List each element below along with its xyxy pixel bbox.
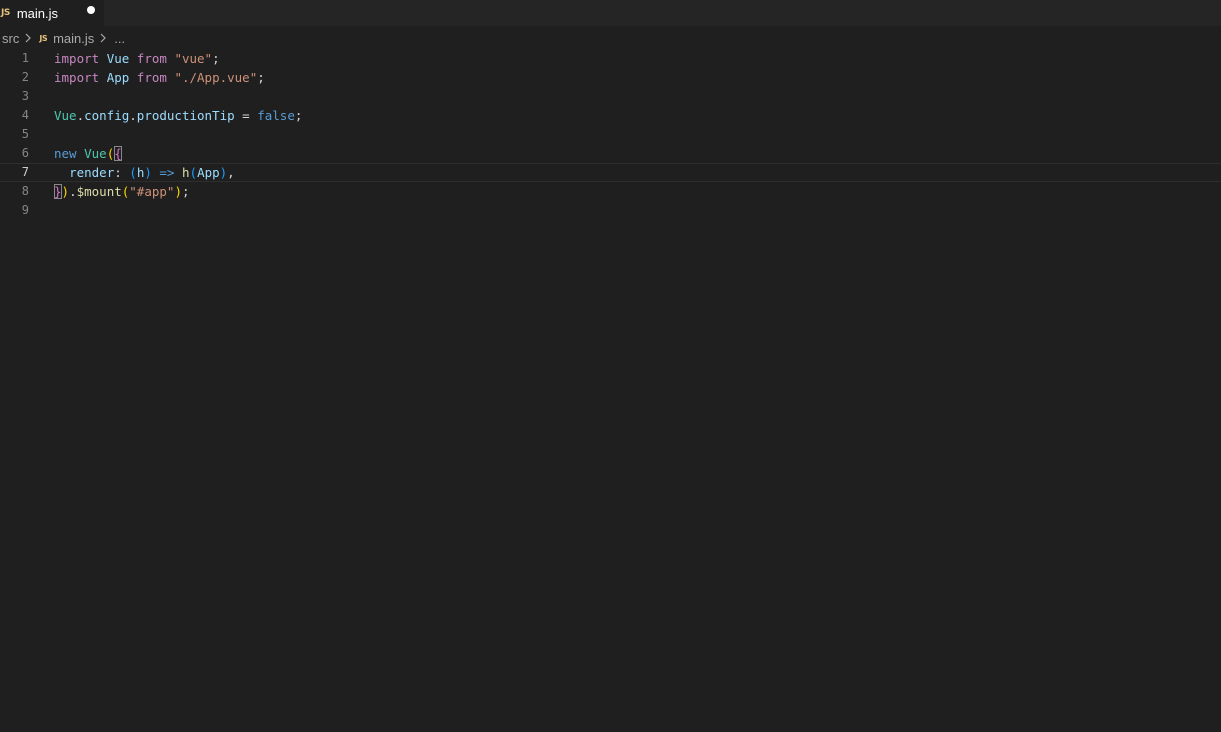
line-number: 2: [21, 70, 29, 84]
code-line: 1 import Vue from "vue";: [0, 49, 1221, 68]
tab-bar: JS main.js: [0, 0, 1221, 26]
breadcrumb-file[interactable]: main.js: [53, 31, 94, 46]
code-line: 6 new Vue({: [0, 144, 1221, 163]
line-number: 8: [21, 184, 29, 198]
line-number: 1: [21, 51, 29, 65]
tab-label: main.js: [16, 5, 59, 21]
chevron-right-icon: [100, 33, 107, 43]
line-number: 7: [21, 165, 29, 179]
code-line-current: 7 render: (h) => h(App),: [0, 163, 1221, 182]
code-line: 8 }).$mount("#app");: [0, 182, 1221, 201]
line-number: 3: [21, 89, 29, 103]
breadcrumb-symbols[interactable]: ...: [114, 31, 125, 46]
js-file-icon: JS: [39, 33, 48, 43]
code-line: 9: [0, 201, 1221, 220]
code-line: 3: [0, 87, 1221, 106]
code-line: 4 Vue.config.productionTip = false;: [0, 106, 1221, 125]
breadcrumb-folder[interactable]: src: [2, 31, 19, 46]
breadcrumb: src JS main.js ...: [0, 29, 125, 47]
code-editor[interactable]: 1 import Vue from "vue"; 2 import App fr…: [0, 48, 1221, 732]
tab-main-js[interactable]: JS main.js: [0, 0, 104, 26]
unsaved-dot-icon[interactable]: [87, 6, 95, 14]
line-content[interactable]: import Vue from "vue";: [54, 49, 220, 68]
line-number: 9: [21, 203, 29, 217]
line-content[interactable]: render: (h) => h(App),: [54, 164, 235, 181]
js-file-icon: JS: [1, 8, 10, 18]
line-content[interactable]: new Vue({: [54, 144, 122, 163]
line-number: 4: [21, 108, 29, 122]
line-content[interactable]: }).$mount("#app");: [54, 182, 190, 201]
line-number: 5: [21, 127, 29, 141]
code-line: 5: [0, 125, 1221, 144]
code-line: 2 import App from "./App.vue";: [0, 68, 1221, 87]
line-content[interactable]: Vue.config.productionTip = false;: [54, 106, 302, 125]
line-content[interactable]: import App from "./App.vue";: [54, 68, 265, 87]
chevron-right-icon: [25, 33, 32, 43]
line-number: 6: [21, 146, 29, 160]
